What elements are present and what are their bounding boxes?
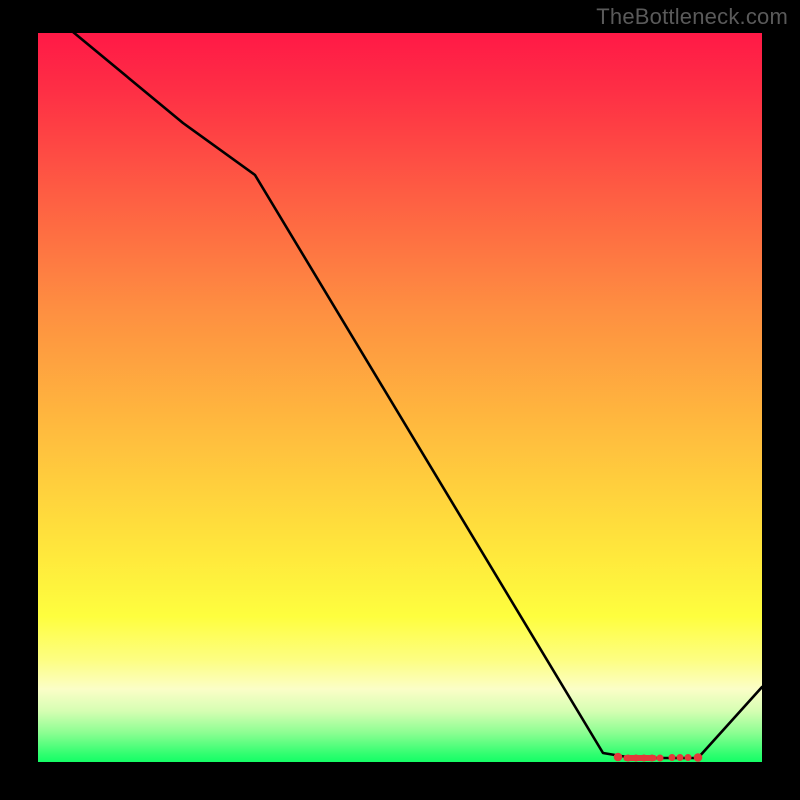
chart-svg (38, 33, 762, 762)
attribution-label: TheBottleneck.com (596, 4, 788, 30)
optimal-zone-markers (614, 753, 702, 761)
series-line (38, 33, 762, 758)
plot-area (38, 33, 762, 762)
chart-container: TheBottleneck.com (0, 0, 800, 800)
